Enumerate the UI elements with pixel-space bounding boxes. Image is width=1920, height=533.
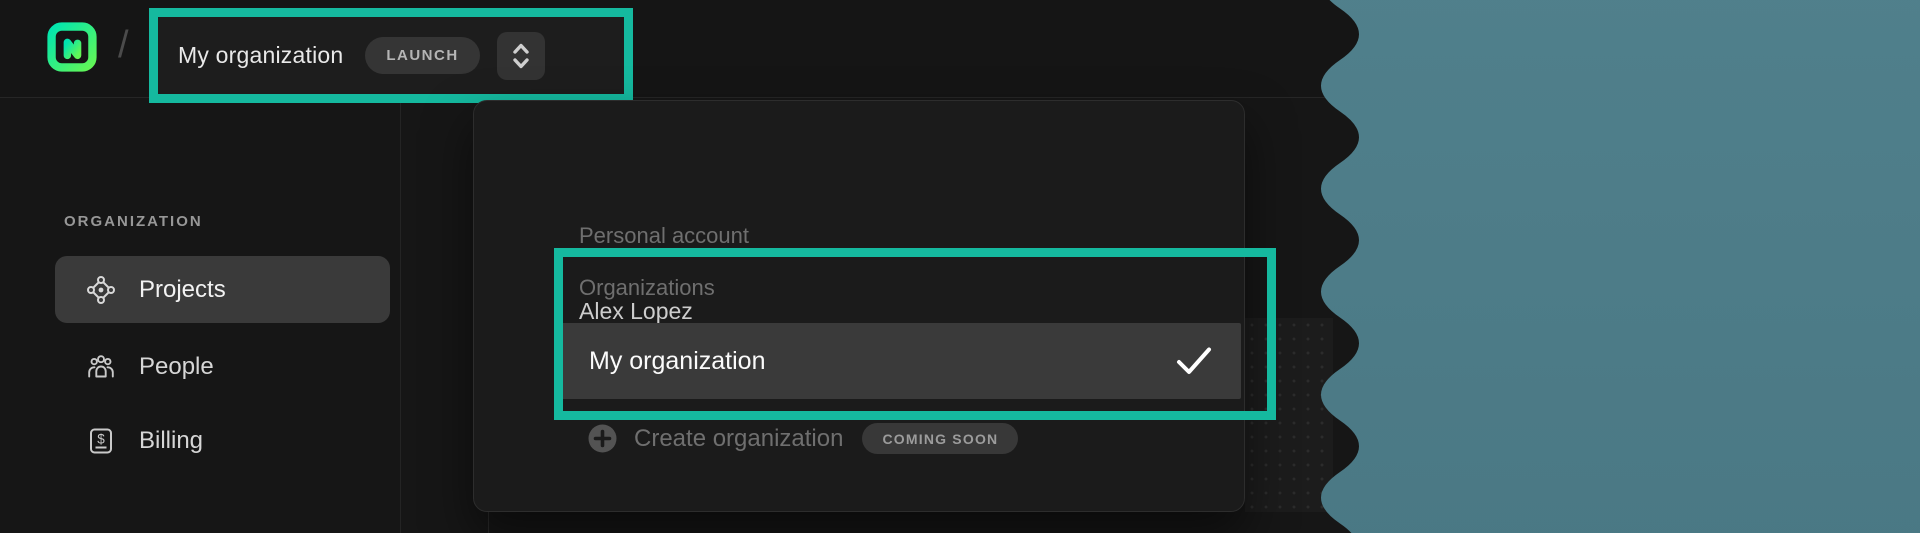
plus-circle-icon: [588, 424, 617, 453]
coming-soon-badge: COMING SOON: [862, 423, 1018, 454]
chevron-up-down-icon: [504, 39, 538, 73]
people-icon: [86, 352, 116, 382]
dropdown-section-organizations: Organizations: [579, 275, 715, 301]
annotation-box-org-switcher: My organization LAUNCH: [149, 8, 633, 103]
sidebar-section-label: ORGANIZATION: [64, 213, 203, 230]
menu-item-alex-lopez[interactable]: Alex Lopez: [579, 298, 693, 325]
org-switcher-button[interactable]: [497, 32, 545, 80]
background-panel-edge: [488, 512, 489, 533]
menu-item-label: My organization: [589, 347, 765, 376]
breadcrumb-separator: /: [118, 24, 129, 67]
create-organization-label: Create organization: [634, 425, 843, 453]
billing-icon: $: [86, 426, 116, 456]
sidebar-item-label: People: [139, 353, 214, 381]
svg-text:$: $: [97, 431, 105, 446]
sidebar-item-label: Billing: [139, 427, 203, 455]
sidebar-item-label: Projects: [139, 276, 226, 304]
launch-badge: LAUNCH: [365, 37, 479, 74]
projects-icon: [86, 275, 116, 305]
neon-logo-icon[interactable]: [46, 21, 98, 73]
app-window: / My organization LAUNCH ORGANIZATION Pr…: [0, 0, 1920, 533]
menu-item-my-organization[interactable]: My organization: [560, 323, 1241, 399]
org-switcher-name[interactable]: My organization: [178, 42, 343, 69]
sidebar-item-people[interactable]: People: [55, 333, 390, 400]
account-switcher-dropdown: Personal account Alex Lopez Organization…: [473, 100, 1245, 512]
checkmark-icon: [1175, 345, 1213, 377]
sidebar-item-billing[interactable]: $ Billing: [55, 407, 390, 474]
menu-item-create-organization[interactable]: Create organization COMING SOON: [588, 423, 1018, 454]
sidebar-item-projects[interactable]: Projects: [55, 256, 390, 323]
wavy-edge-background: [1300, 0, 1920, 533]
dropdown-section-personal-account: Personal account: [579, 223, 749, 249]
